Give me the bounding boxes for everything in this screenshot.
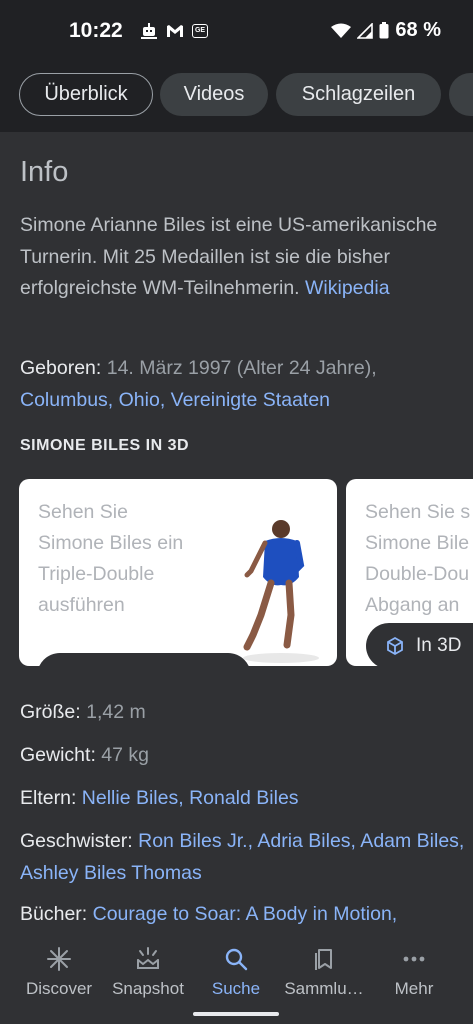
- parents-fact: Eltern: Nellie Biles, Ronald Biles: [20, 783, 465, 815]
- siblings-fact: Geschwister: Ron Biles Jr., Adria Biles,…: [20, 826, 465, 889]
- books-fact: Bücher: Courage to Soar: A Body in Motio…: [20, 899, 465, 931]
- gmail-icon: [167, 25, 183, 37]
- tab-videos[interactable]: Videos: [160, 73, 268, 116]
- news-icon: GE: [192, 24, 208, 38]
- status-bar: 10:22 GE 68 %: [0, 0, 473, 62]
- signal-icon: [357, 22, 374, 39]
- notification-icons: GE: [140, 22, 208, 40]
- battery-icon: [379, 22, 389, 39]
- more-icon: [378, 946, 450, 974]
- info-description: Simone Arianne Biles ist eine US-amerika…: [20, 210, 460, 305]
- wifi-icon: [331, 23, 352, 38]
- tab-more-overflow[interactable]: [449, 73, 473, 116]
- nav-discover[interactable]: Discover: [14, 946, 104, 999]
- tab-bar: Überblick Videos Schlagzeilen: [0, 62, 473, 132]
- in-3d-button[interactable]: In 3D: [366, 623, 473, 666]
- weight-value: 47 kg: [101, 744, 149, 766]
- nav-sammlungen[interactable]: Sammlu…: [280, 946, 368, 999]
- cube-3d-icon: [387, 636, 403, 656]
- height-value: 1,42 m: [86, 701, 146, 723]
- height-fact: Größe: 1,42 m: [20, 697, 465, 729]
- born-date: 14. März 1997 (Alter 24 Jahre),: [106, 357, 377, 379]
- nav-suche-label: Suche: [211, 979, 261, 998]
- books-label: Bücher:: [20, 903, 88, 925]
- books-link[interactable]: Courage to Soar: A Body in Motion,: [93, 903, 398, 925]
- section-3d-heading: SIMONE BILES IN 3D: [20, 437, 190, 454]
- parents-label: Eltern:: [20, 787, 77, 809]
- nav-snapshot-label: Snapshot: [112, 979, 184, 998]
- height-label: Größe:: [20, 701, 81, 723]
- born-fact: Geboren: 14. März 1997 (Alter 24 Jahre),…: [20, 353, 465, 416]
- search-icon: [198, 946, 274, 974]
- status-time: 10:22: [69, 19, 123, 42]
- tab-schlagzeilen[interactable]: Schlagzeilen: [276, 73, 441, 116]
- born-place-link[interactable]: Columbus, Ohio, Vereinigte Staaten: [20, 389, 330, 411]
- nav-mehr[interactable]: Mehr: [378, 946, 450, 999]
- battery-percent: 68 %: [395, 19, 441, 41]
- nav-discover-label: Discover: [25, 979, 93, 998]
- wikipedia-link[interactable]: Wikipedia: [305, 277, 390, 299]
- nav-sammlungen-label: Sammlu…: [284, 979, 364, 998]
- tab-uberblick[interactable]: Überblick: [19, 73, 153, 116]
- collections-icon: [280, 946, 368, 974]
- siblings-label: Geschwister:: [20, 830, 133, 852]
- info-title: Info: [20, 156, 69, 188]
- nav-suche[interactable]: Suche: [198, 946, 274, 999]
- nav-mehr-label: Mehr: [394, 979, 434, 998]
- parents-links[interactable]: Nellie Biles, Ronald Biles: [82, 787, 299, 809]
- card-1-3d-button[interactable]: [37, 653, 251, 666]
- born-label: Geboren:: [20, 357, 102, 379]
- gymnast-figure: [243, 520, 319, 663]
- robot-icon: [141, 23, 157, 39]
- knowledge-panel: Info Simone Arianne Biles ist eine US-am…: [0, 132, 473, 938]
- in-3d-label: In 3D: [416, 635, 462, 656]
- weight-label: Gewicht:: [20, 744, 96, 766]
- card-3d-text: Sehen Sie Simone Biles ein Triple-Double…: [38, 501, 184, 616]
- asterisk-icon: [14, 946, 104, 974]
- card-3d-triple-double[interactable]: Sehen Sie Simone Biles ein Triple-Double…: [19, 479, 337, 666]
- card-3d-double-double[interactable]: Sehen Sie s Simone Bile Double-Dou Abgan…: [346, 479, 473, 666]
- snapshot-icon: [104, 946, 192, 974]
- card-3d-text-2: Sehen Sie s Simone Bile Double-Dou Abgan…: [365, 501, 471, 616]
- weight-fact: Gewicht: 47 kg: [20, 740, 465, 772]
- home-indicator[interactable]: [193, 1012, 279, 1016]
- nav-snapshot[interactable]: Snapshot: [104, 946, 192, 999]
